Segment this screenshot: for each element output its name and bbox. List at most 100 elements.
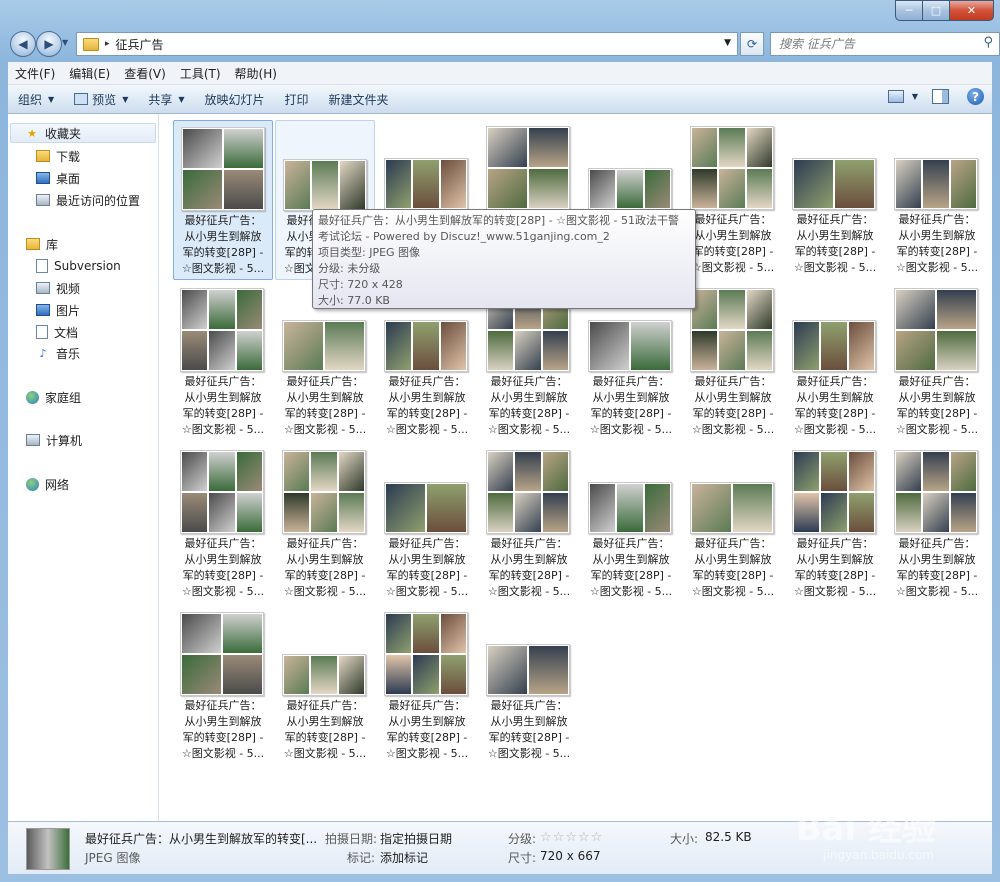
menu-help[interactable]: 帮助(H) (228, 65, 284, 82)
sidebar-item-downloads[interactable]: 下载 (36, 146, 80, 166)
sidebar-item-music[interactable]: ♪ 音乐 (36, 343, 80, 363)
recent-pages-dropdown[interactable]: ▼ (62, 38, 68, 47)
print-button[interactable]: 打印 (275, 88, 319, 110)
sidebar-item-videos[interactable]: 视频 (36, 278, 80, 298)
file-item[interactable]: 最好征兵广告： 从小男生到解放 军的转变[28P] - ☆图文影视 - 5... (785, 444, 885, 604)
file-item[interactable]: 最好征兵广告： 从小男生到解放 军的转变[28P] - ☆图文影视 - 5... (581, 444, 681, 604)
photo-cell (896, 290, 935, 329)
photo-cell (923, 160, 949, 208)
rating-star-icon[interactable]: ☆ (553, 831, 565, 844)
file-item[interactable]: 最好征兵广告： 从小男生到解放 军的转变[28P] - ☆图文影视 - 5... (683, 120, 783, 280)
address-bar[interactable]: ▸ 征兵广告 ▼ (76, 32, 738, 56)
file-name-label: 最好征兵广告： 从小男生到解放 军的转变[28P] - ☆图文影视 - 5... (181, 699, 265, 760)
file-item[interactable]: 最好征兵广告： 从小男生到解放 军的转变[28P] - ☆图文影视 - 5... (173, 444, 273, 604)
change-view-icon[interactable] (887, 90, 904, 103)
toolbar-right: ▼ ? (887, 88, 984, 105)
new-folder-button[interactable]: 新建文件夹 (319, 88, 399, 110)
share-button[interactable]: 共享 ▼ (138, 88, 194, 110)
file-item[interactable]: 最好征兵广告： 从小男生到解放 军的转变[28P] - ☆图文影视 - 5... (479, 444, 579, 604)
close-button[interactable]: ✕ (949, 0, 994, 21)
file-item[interactable]: 最好征兵广告： 从小男生到解放 军的转变[28P] - ☆图文影视 - 5... (479, 606, 579, 766)
image-thumbnail (180, 288, 264, 372)
file-name-label: 最好征兵广告： 从小男生到解放 军的转变[28P] - ☆图文影视 - 5... (283, 699, 367, 760)
sidebar-item-pictures[interactable]: 图片 (36, 300, 80, 320)
maximize-button[interactable]: □ (922, 0, 949, 21)
file-item[interactable]: 最好征兵广告： 从小男生到解放 军的转变[28P] - ☆图文影视 - 5... (377, 444, 477, 604)
organize-button[interactable]: 组织 ▼ (8, 88, 64, 110)
minimize-button[interactable]: ─ (895, 0, 922, 21)
details-tags-value[interactable]: 添加标记 (380, 849, 428, 866)
photo-cell (617, 170, 643, 208)
details-pane: 最好征兵广告：从小男生到解放军的转变[... JPEG 图像 拍摄日期: 指定拍… (8, 809, 992, 874)
sidebar-item-homegroup[interactable]: 家庭组 (26, 387, 81, 407)
file-item[interactable]: 最好征兵广告： 从小男生到解放 军的转变[28P] - ☆图文影视 - 5... (275, 606, 375, 766)
photo-cell (937, 290, 976, 329)
breadcrumb-folder[interactable]: 征兵广告 (116, 36, 164, 53)
rating-star-icon[interactable]: ☆ (540, 831, 552, 844)
photo-cell (413, 655, 439, 694)
file-item[interactable]: 最好征兵广告： 从小男生到解放 军的转变[28P] - ☆图文影视 - 5... (275, 444, 375, 604)
file-item[interactable]: 最好征兵广告： 从小男生到解放 军的转变[28P] - ☆图文影视 - 5... (173, 282, 273, 442)
photo-cell (338, 493, 364, 532)
photo-cell (631, 322, 670, 370)
file-item[interactable]: 最好征兵广告： 从小男生到解放 军的转变[28P] - ☆图文影视 - 5... (683, 444, 783, 604)
file-item[interactable]: 最好征兵广告： 从小男生到解放 军的转变[28P] - ☆图文影视 - 5... (887, 444, 987, 604)
details-date-label: 拍摄日期: (325, 832, 378, 846)
help-icon[interactable]: ? (967, 88, 984, 105)
file-item[interactable]: 最好征兵广告： 从小男生到解放 军的转变[28P] - ☆图文影视 - 5... (785, 282, 885, 442)
sidebar-label: 文档 (54, 325, 79, 340)
sidebar-item-network[interactable]: 网络 (26, 474, 69, 494)
forward-button[interactable]: ▶ (36, 31, 62, 57)
organize-label: 组织 (18, 92, 43, 107)
menu-file[interactable]: 文件(F) (8, 65, 62, 82)
image-thumbnail (486, 450, 570, 534)
photo-cell (224, 129, 263, 168)
menu-tools[interactable]: 工具(T) (173, 65, 228, 82)
slideshow-button[interactable]: 放映幻灯片 (195, 88, 275, 110)
file-item[interactable]: 最好征兵广告： 从小男生到解放 军的转变[28P] - ☆图文影视 - 5... (173, 606, 273, 766)
sidebar-item-subversion[interactable]: Subversion (36, 256, 121, 276)
sidebar-label: 视频 (56, 281, 81, 296)
preview-button[interactable]: 预览 ▼ (64, 88, 138, 110)
file-item[interactable]: 最好征兵广告： 从小男生到解放 军的转变[28P] - ☆图文影视 - 5... (683, 282, 783, 442)
preview-pane-icon[interactable] (932, 89, 949, 104)
photo-cell (896, 331, 935, 370)
search-box[interactable]: ⚲ (770, 32, 1000, 56)
chevron-down-icon: ▼ (122, 94, 129, 104)
preview-icon (74, 93, 89, 105)
rating-star-icon[interactable]: ☆ (565, 831, 577, 844)
sidebar-item-desktop[interactable]: 桌面 (36, 168, 80, 188)
sidebar-item-documents[interactable]: 文档 (36, 322, 78, 342)
file-item[interactable]: 最好征兵广告： 从小男生到解放 军的转变[28P] - ☆图文影视 - 5... (173, 120, 273, 280)
details-rating-stars[interactable]: ☆ ☆ ☆ ☆ ☆ (540, 831, 602, 844)
address-dropdown-icon[interactable]: ▼ (724, 38, 731, 48)
details-file-type: JPEG 图像 (85, 851, 141, 865)
photo-cell (896, 493, 922, 532)
breadcrumb-separator[interactable]: ▸ (105, 39, 110, 49)
sidebar-item-favorites[interactable]: ★ 收藏夹 (10, 123, 156, 143)
refresh-button[interactable]: ⟳ (740, 32, 764, 56)
rating-star-icon[interactable]: ☆ (591, 831, 603, 844)
photo-cell (224, 170, 263, 209)
sidebar-item-recent[interactable]: 最近访问的位置 (36, 190, 140, 210)
file-item[interactable]: 最好征兵广告： 从小男生到解放 军的转变[28P] - ☆图文影视 - 5... (887, 282, 987, 442)
photo-cell (950, 493, 976, 532)
sidebar-item-libraries[interactable]: 库 (26, 234, 58, 254)
file-item[interactable]: 最好征兵广告： 从小男生到解放 军的转变[28P] - ☆图文影视 - 5... (377, 606, 477, 766)
sidebar-item-computer[interactable]: 计算机 (26, 430, 82, 450)
details-date-value[interactable]: 指定拍摄日期 (380, 830, 452, 847)
photo-cell (896, 452, 922, 491)
file-item[interactable]: 最好征兵广告： 从小男生到解放 军的转变[28P] - ☆图文影视 - 5... (785, 120, 885, 280)
search-input[interactable] (777, 36, 971, 52)
music-note-icon: ♪ (39, 346, 47, 360)
rating-star-icon[interactable]: ☆ (578, 831, 590, 844)
menu-edit[interactable]: 编辑(E) (62, 65, 117, 82)
search-icon[interactable]: ⚲ (983, 35, 993, 50)
image-thumbnail (690, 288, 774, 372)
menu-view[interactable]: 查看(V) (117, 65, 173, 82)
file-name-label: 最好征兵广告： 从小男生到解放 军的转变[28P] - ☆图文影视 - 5... (793, 537, 877, 598)
file-item[interactable]: 最好征兵广告： 从小男生到解放 军的转变[28P] - ☆图文影视 - 5... (887, 120, 987, 280)
photo-cell (182, 331, 208, 370)
view-dropdown-icon[interactable]: ▼ (912, 92, 918, 101)
back-button[interactable]: ◀ (10, 31, 36, 57)
